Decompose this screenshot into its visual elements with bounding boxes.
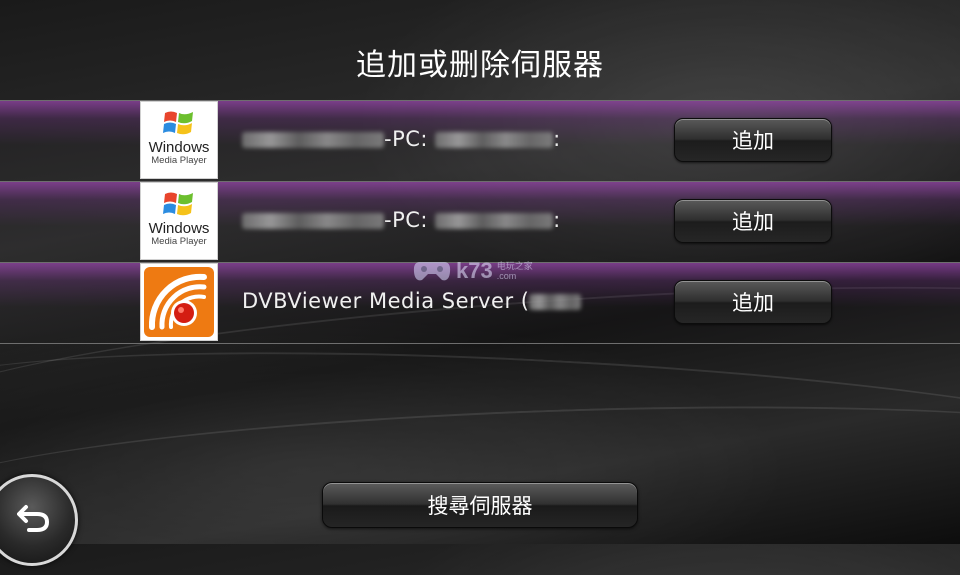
- redacted-text: [242, 213, 384, 229]
- server-name: DVBViewer Media Server (: [242, 289, 582, 313]
- windows-media-player-logo: Windows Media Player: [140, 182, 218, 260]
- server-row[interactable]: Windows Media Player -PC: : 追加: [0, 100, 960, 182]
- redacted-text: [435, 213, 554, 229]
- windows-media-player-logo: Windows Media Player: [140, 101, 218, 179]
- redacted-text: [242, 132, 384, 148]
- back-button[interactable]: [0, 474, 78, 566]
- dvbviewer-icon: [144, 267, 214, 337]
- gamepad-icon: [413, 262, 451, 281]
- page-title: 追加或删除伺服器: [356, 48, 604, 83]
- search-servers-button[interactable]: 搜尋伺服器: [322, 482, 638, 528]
- windows-flag-icon: [163, 192, 193, 216]
- redacted-text: [435, 132, 554, 148]
- logo-subtext: Media Player: [151, 236, 207, 247]
- watermark: k73 电玩之家 .com: [412, 258, 533, 284]
- add-button[interactable]: 追加: [674, 118, 832, 162]
- logo-subtext: Media Player: [151, 155, 207, 166]
- server-row[interactable]: Windows Media Player -PC: : 追加: [0, 182, 960, 263]
- server-name: -PC: :: [242, 127, 561, 151]
- watermark-text: k73: [456, 258, 493, 283]
- dvbviewer-logo: [140, 263, 218, 341]
- server-name: -PC: :: [242, 208, 561, 232]
- windows-flag-icon: [163, 111, 193, 135]
- add-button[interactable]: 追加: [674, 199, 832, 243]
- redacted-text: [529, 294, 582, 310]
- logo-text: Windows: [148, 139, 210, 156]
- add-button[interactable]: 追加: [674, 280, 832, 324]
- server-list: Windows Media Player -PC: : 追加 Windows M…: [0, 100, 960, 344]
- logo-text: Windows: [148, 220, 210, 237]
- back-arrow-icon: [17, 505, 50, 532]
- watermark-subtext: 电玩之家 .com: [496, 261, 533, 281]
